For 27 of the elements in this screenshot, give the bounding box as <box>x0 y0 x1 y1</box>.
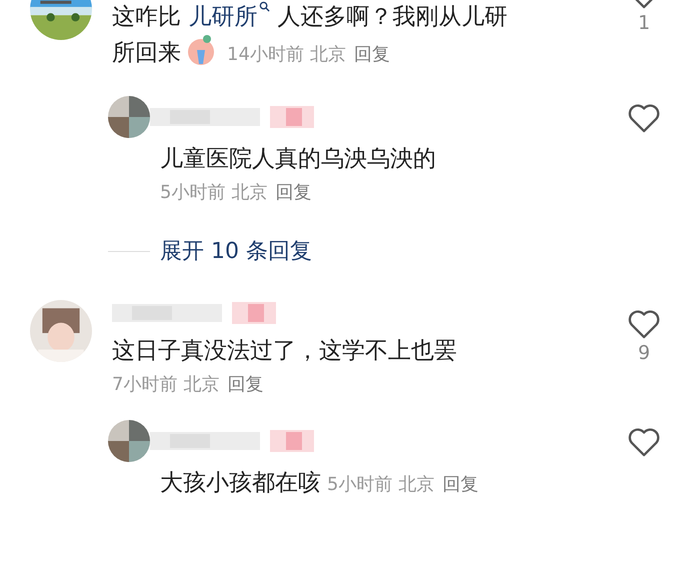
comment-text: 这日子真没法过了，这学不上也罢 <box>112 337 457 366</box>
comment-time: 7小时前 <box>112 373 178 396</box>
comment-text: 这咋比 <box>112 3 182 32</box>
comment-time: 5小时前 <box>160 181 226 204</box>
comment-location: 北京 <box>231 181 268 204</box>
comment-location: 北京 <box>183 373 220 396</box>
heart-icon[interactable] <box>626 426 662 458</box>
crying-emoji-icon <box>185 34 217 66</box>
reply-link[interactable]: 回复 <box>354 44 390 65</box>
search-icon <box>259 1 270 12</box>
reply-link[interactable]: 回复 <box>442 474 478 495</box>
like-count: 1 <box>638 12 650 34</box>
heart-icon[interactable] <box>626 308 662 340</box>
comment-text: 所回来 <box>112 39 181 68</box>
like-count: 9 <box>638 342 650 364</box>
heart-icon[interactable] <box>626 102 662 134</box>
comment-location: 北京 <box>398 474 434 495</box>
comment-text: 人还多啊？我刚从儿研 <box>276 3 508 32</box>
expand-replies-button[interactable]: 展开 10 条回复 <box>160 236 312 266</box>
comment-text: 儿童医院人真的乌泱乌泱的 <box>160 145 436 174</box>
comment-text: 大孩小孩都在咳 <box>160 469 321 498</box>
reply-link[interactable]: 回复 <box>275 180 312 204</box>
reply-link[interactable]: 回复 <box>227 372 264 396</box>
comment-time: 5小时前 <box>327 474 392 495</box>
hashtag-link[interactable]: 儿研所 <box>188 0 270 34</box>
comment-location: 北京 <box>310 44 346 65</box>
comment-time: 14小时前 <box>227 44 304 65</box>
